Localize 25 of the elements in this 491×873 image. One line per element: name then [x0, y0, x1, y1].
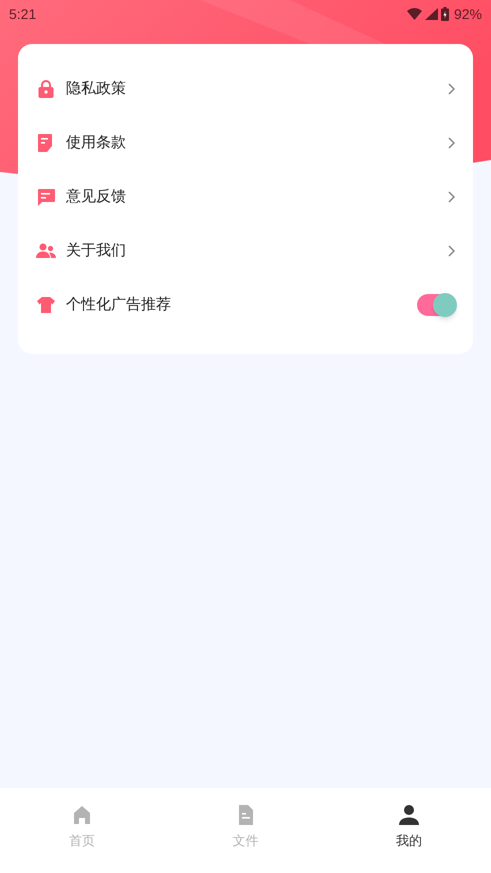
nav-tab[interactable]: 我的 — [327, 804, 491, 854]
menu-label: 关于我们 — [66, 240, 127, 261]
menu-label: 意见反馈 — [66, 186, 127, 207]
menu-item[interactable]: 隐私政策 — [18, 62, 473, 116]
menu-label: 使用条款 — [66, 132, 127, 153]
battery-percentage: 92% — [454, 4, 482, 24]
toggle-switch[interactable] — [417, 294, 455, 316]
menu-item[interactable]: 意见反馈 — [18, 170, 473, 224]
chevron-icon — [448, 137, 455, 149]
chevron-icon — [448, 191, 455, 203]
status-time: 5:21 — [9, 4, 36, 24]
chevron-icon — [448, 83, 455, 95]
person-icon — [398, 804, 420, 826]
signal-icon — [424, 8, 438, 20]
shirt-icon — [36, 295, 56, 315]
menu-item[interactable]: 关于我们 — [18, 224, 473, 278]
menu-item[interactable]: 个性化广告推荐 — [18, 278, 473, 332]
lock-icon — [36, 79, 56, 99]
users-icon — [36, 241, 56, 261]
chevron-icon — [448, 245, 455, 257]
menu-label: 隐私政策 — [66, 78, 127, 99]
message-icon — [36, 187, 56, 207]
menu-item[interactable]: 使用条款 — [18, 116, 473, 170]
wifi-icon — [406, 8, 422, 20]
menu-label: 个性化广告推荐 — [66, 294, 172, 315]
